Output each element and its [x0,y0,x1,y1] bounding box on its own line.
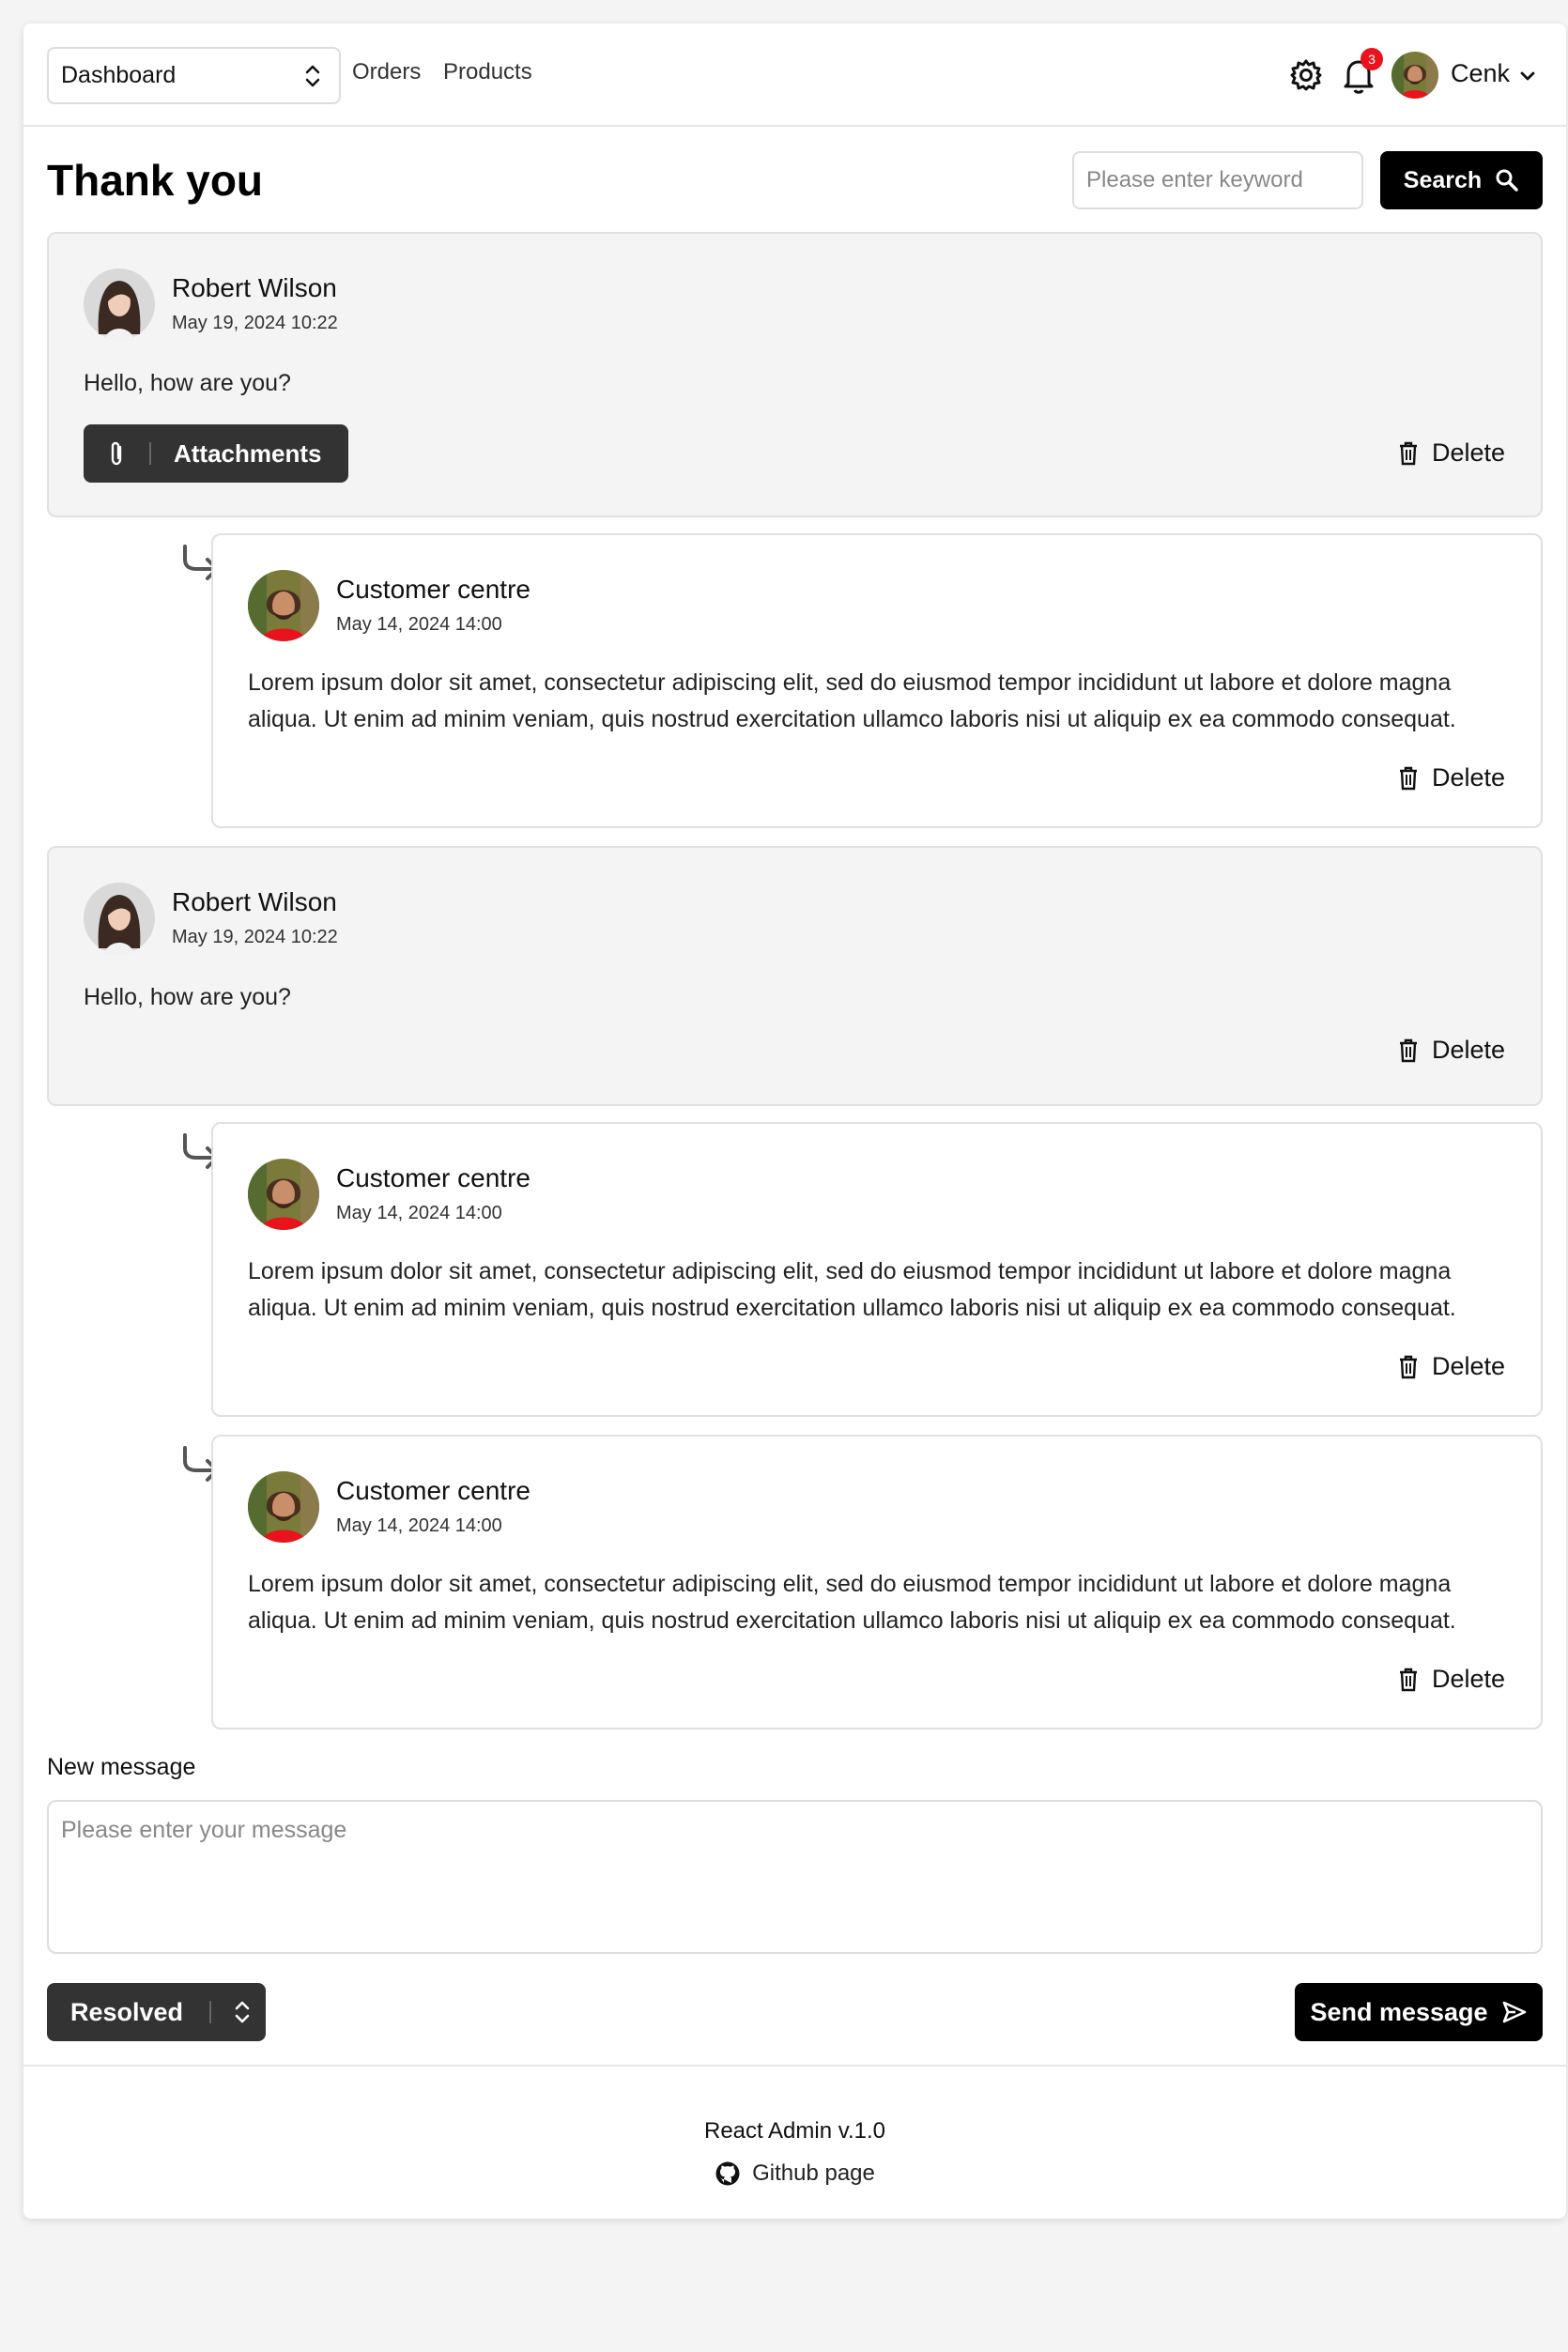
author-avatar [248,1471,319,1543]
user-name[interactable]: Cenk [1451,59,1510,88]
trash-icon [1398,766,1419,790]
author-avatar [248,570,319,641]
message-author: Customer centre [336,1476,530,1505]
message-textarea[interactable] [47,1800,1543,1954]
updown-chevron-icon [305,65,320,86]
status-select[interactable]: Resolved [47,1983,266,2041]
message-card: Robert Wilson May 19, 2024 10:22 Hello, … [47,232,1543,517]
new-message-label: New message [47,1754,196,1780]
message-text: Lorem ipsum dolor sit amet, consectetur … [248,669,1456,732]
message-text: Lorem ipsum dolor sit amet, consectetur … [248,1571,1456,1634]
notification-badge: 3 [1360,48,1383,70]
footer: React Admin v.1.0 Github page [23,2065,1566,2219]
attachments-label: Attachments [174,438,322,468]
trash-icon [1398,1038,1419,1062]
reply-card: Customer centre May 14, 2024 14:00 Lorem… [211,1122,1543,1417]
user-avatar[interactable] [1391,52,1438,99]
updown-chevron-icon [235,2001,250,2023]
top-bar: Dashboard Orders Products 3 Cenk [23,23,1566,127]
author-avatar [248,1159,319,1230]
delete-label: Delete [1431,1352,1505,1380]
delete-label: Delete [1431,1665,1505,1693]
message-date: May 14, 2024 14:00 [336,1203,502,1223]
github-link[interactable]: Github page [23,2160,1566,2187]
delete-button[interactable]: Delete [1398,1352,1505,1381]
dashboard-select[interactable]: Dashboard [47,47,341,104]
message-date: May 14, 2024 14:00 [336,614,502,635]
trash-icon [1398,1668,1419,1691]
author-avatar [84,269,155,340]
message-text: Lorem ipsum dolor sit amet, consectetur … [248,1258,1456,1321]
reply-card: Customer centre May 14, 2024 14:00 Lorem… [211,1435,1543,1729]
message-author: Robert Wilson [172,273,337,302]
delete-label: Delete [1431,763,1505,792]
app-card: Dashboard Orders Products 3 Cenk Thank y… [23,23,1566,2219]
search-button-label: Search [1403,166,1483,193]
message-author: Customer centre [336,575,530,604]
message-card: Robert Wilson May 19, 2024 10:22 Hello, … [47,846,1543,1106]
message-author: Customer centre [336,1163,530,1192]
send-message-button[interactable]: Send message [1295,1983,1543,2041]
nav-products[interactable]: Products [443,59,532,85]
dashboard-select-value: Dashboard [61,62,177,88]
trash-icon [1398,441,1419,465]
delete-button[interactable]: Delete [1398,1036,1505,1065]
delete-button[interactable]: Delete [1398,438,1505,468]
author-avatar [84,883,155,954]
attachments-button[interactable]: Attachments [84,424,348,483]
trash-icon [1398,1355,1419,1378]
reply-card: Customer centre May 14, 2024 14:00 Lorem… [211,533,1543,828]
message-date: May 14, 2024 14:00 [336,1515,502,1536]
send-message-label: Send message [1310,1997,1488,2026]
nav-orders[interactable]: Orders [352,59,421,85]
github-label: Github page [752,2160,875,2186]
search-input[interactable] [1072,151,1363,209]
page-title: Thank you [47,156,264,205]
message-date: May 19, 2024 10:22 [172,927,338,947]
delete-button[interactable]: Delete [1398,763,1505,792]
delete-button[interactable]: Delete [1398,1665,1505,1694]
delete-label: Delete [1431,1036,1505,1064]
message-author: Robert Wilson [172,887,337,916]
message-text: Hello, how are you? [84,370,291,396]
gear-icon[interactable] [1288,57,1324,93]
paperclip-icon [111,441,122,466]
delete-label: Delete [1431,438,1505,467]
status-value: Resolved [70,1997,184,2026]
message-text: Hello, how are you? [84,984,291,1010]
footer-title: React Admin v.1.0 [704,2118,885,2144]
github-icon [715,2161,740,2186]
search-button[interactable]: Search [1380,151,1543,209]
send-icon [1502,2001,1526,2023]
search-icon [1496,169,1518,192]
chevron-down-icon[interactable] [1516,65,1539,87]
message-date: May 19, 2024 10:22 [172,313,338,333]
